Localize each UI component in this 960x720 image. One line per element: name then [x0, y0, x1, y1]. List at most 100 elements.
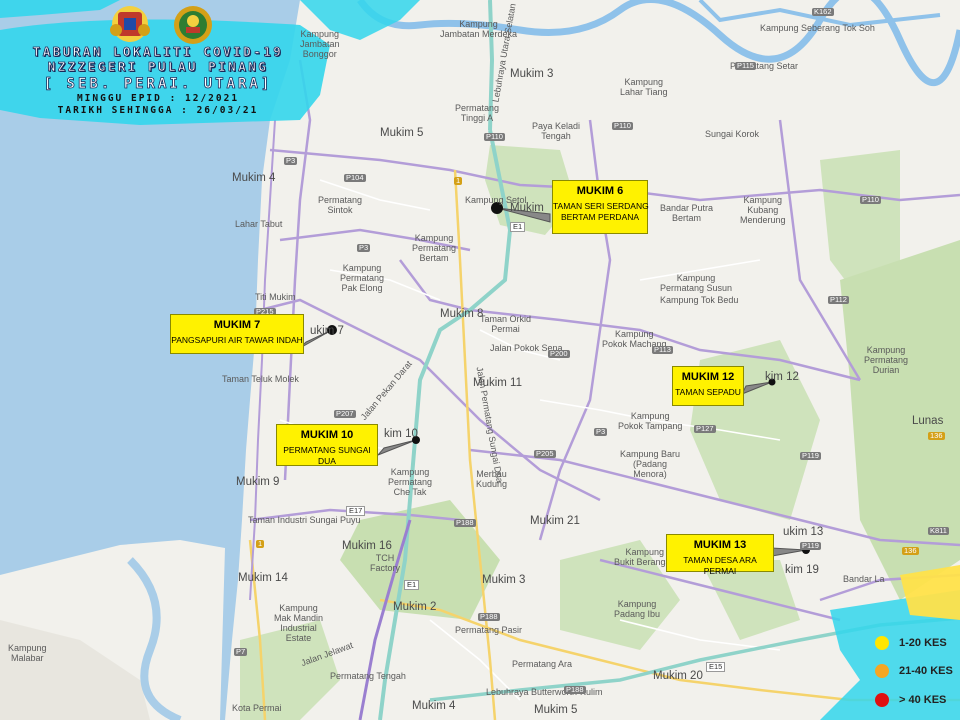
road-shield: E15	[706, 662, 726, 673]
label-mukim-19: kim 19	[785, 564, 819, 576]
label-kg-pokok-tampang: Kampung Pokok Tampang	[618, 411, 683, 431]
road-shield: K811	[928, 526, 949, 536]
label-mukim-20: Mukim 20	[653, 670, 703, 682]
legend-item-medium: 21-40 KES	[875, 664, 953, 678]
date-until: TARIKH SEHINGGA : 26/03/21	[57, 105, 259, 116]
label-paya-keladi: Paya Keladi Tengah	[532, 121, 581, 141]
road-shield: P3	[594, 427, 608, 437]
road-shield: 1	[454, 176, 463, 186]
legend-dot-icon	[875, 664, 889, 678]
label-lahar-tabut: Lahar Tabut	[235, 219, 283, 229]
label-mukim-14: Mukim 14	[238, 572, 288, 584]
callout-mukim-12: MUKIM 12 TAMAN SEPADU	[672, 366, 744, 406]
label-mukim-3: Mukim 3	[510, 68, 554, 80]
road-shield: P110	[484, 132, 505, 142]
label-kg-susun: Kampung Permatang Susun	[660, 273, 733, 293]
label-mukim-5: Mukim 5	[380, 127, 424, 139]
callout-locality: TAMAN SERI SERDANG BERTAM PERDANA	[553, 201, 649, 223]
callout-mukim-title: MUKIM 12	[681, 371, 735, 383]
map-subtitle: NZZZEGERI PULAU PINANG	[47, 59, 269, 75]
callout-mukim-7: MUKIM 7 PANGSAPURI AIR TAWAR INDAH	[170, 314, 304, 354]
road-shield: P3	[357, 243, 371, 253]
road-shield: E17	[346, 506, 366, 517]
road-shield: P115	[735, 61, 756, 71]
label-mukim-4b: Mukim 4	[412, 700, 456, 712]
road-shield: P110	[860, 195, 881, 205]
label-kg-kubang: Kampung Kubang Menderung	[740, 195, 786, 225]
label-lunas: Lunas	[912, 415, 944, 427]
road-shield: 136	[902, 546, 919, 556]
label-permatang-sintok: Permatang Sintok	[318, 195, 363, 215]
road-shield: P200	[548, 349, 570, 359]
label-titi-mukim: Titi Mukim	[255, 292, 296, 302]
road-shield: P188	[564, 685, 586, 695]
label-kg-permatang-bertam: Kampung Permatang Bertam	[412, 233, 457, 263]
label-mukim-9: Mukim 9	[236, 476, 280, 488]
callout-mukim-title: MUKIM 13	[693, 539, 747, 551]
road-shield: P188	[454, 518, 476, 528]
legend-item-low: 1-20 KES	[875, 636, 947, 650]
label-kg-padang-ibu: Kampung Padang Ibu	[614, 599, 661, 619]
label-kg-malabar: Kampung Malabar	[8, 643, 47, 663]
label-kg-tok-bedu: Kampung Tok Bedu	[660, 295, 739, 305]
road-shield: P119	[800, 451, 821, 461]
legend-label: 21-40 KES	[899, 665, 953, 677]
legend-dot-icon	[875, 693, 889, 707]
jata-pulau-pinang-logo	[174, 6, 212, 44]
district-label: [ SEB. PERAI. UTARA]	[43, 76, 273, 93]
label-taman-teluk-molek: Taman Teluk Molek	[222, 374, 299, 384]
legend-item-high: > 40 KES	[875, 693, 946, 707]
label-kg-setol: Kampung Setol	[465, 195, 527, 205]
road-shield: P188	[478, 612, 500, 622]
label-mukim-3b: Mukim 3	[482, 574, 526, 586]
label-permatang-tinggi: Permatang Tinggi A	[455, 103, 500, 123]
label-kg-bonggor: Kampung Jambatan Bonggor	[300, 29, 340, 59]
label-permatang-pasir: Permatang Pasir	[455, 625, 523, 635]
epid-week: MINGGU EPID : 12/2021	[76, 93, 240, 104]
label-mukim-13: ukim 13	[783, 526, 824, 538]
callout-mukim-13: MUKIM 13 TAMAN DESA ARA PERMAI	[666, 534, 774, 576]
label-kota-permai: Kota Permai	[232, 703, 282, 713]
road-shield: P112	[828, 295, 849, 305]
title-block: TABURAN LOKALITI COVID-19 NZZZEGERI PULA…	[8, 44, 308, 116]
callout-mukim-title: MUKIM 6	[576, 185, 624, 197]
label-taman-industri: Taman Industri Sungai Puyu	[248, 515, 361, 525]
road-shield: P110	[612, 121, 633, 131]
label-mukim-8: Mukim 8	[440, 308, 484, 320]
callout-mukim-10: MUKIM 10 PERMATANG SUNGAI DUA	[276, 424, 378, 466]
label-kg-seberang-tok-soh: Kampung Seberang Tok Soh	[760, 23, 875, 33]
label-mukim-21: Mukim 21	[530, 515, 580, 527]
road-shield: 1	[256, 539, 265, 549]
callout-locality: PERMATANG SUNGAI DUA	[283, 445, 371, 467]
callout-locality: TAMAN SEPADU	[675, 387, 741, 397]
map-title: TABURAN LOKALITI COVID-19	[32, 44, 284, 60]
label-mukim-7: ukim 7	[310, 325, 344, 337]
road-shield: P7	[234, 647, 248, 657]
callout-mukim-title: MUKIM 10	[300, 429, 354, 441]
road-shield: 136	[928, 431, 945, 441]
label-kg-baru: Kampung Baru (Padang Menora)	[620, 449, 681, 479]
label-tch-factory: TCH Factory	[370, 553, 401, 573]
label-mukim-4: Mukim 4	[232, 172, 276, 184]
label-sungai-korok: Sungai Korok	[705, 129, 760, 139]
road-shield: E1	[510, 222, 526, 233]
label-permatang-tengah: Permatang Tengah	[330, 671, 406, 681]
label-permatang-ara: Permatang Ara	[512, 659, 573, 669]
label-kg-lahar-tiang: Kampung Lahar Tiang	[620, 77, 668, 97]
map-stage: TABURAN LOKALITI COVID-19 NZZZEGERI PULA…	[0, 0, 960, 720]
label-kg-permatang-durian: Kampung Permatang Durian	[864, 345, 909, 375]
label-mukim-2: Mukim 2	[393, 601, 437, 613]
label-taman-orkid: Taman Orkid Permai	[480, 314, 532, 334]
label-mukim-16: Mukim 16	[342, 540, 392, 552]
label-merbau-kudung: Merbau Kudung	[476, 469, 508, 489]
legend-dot-icon	[875, 636, 889, 650]
label-mukim-12: kim 12	[765, 371, 799, 383]
callout-locality: PANGSAPURI AIR TAWAR INDAH	[171, 335, 303, 345]
road-shield: P3	[284, 156, 298, 166]
label-kg-pak-elong: Kampung Permatang Pak Elong	[340, 263, 385, 293]
road-shield: P205	[534, 449, 556, 459]
label-mukim-10: kim 10	[384, 428, 418, 440]
callout-locality: TAMAN DESA ARA PERMAI	[683, 555, 757, 577]
road-shield: P119	[800, 541, 821, 551]
legend-label: > 40 KES	[899, 694, 947, 706]
